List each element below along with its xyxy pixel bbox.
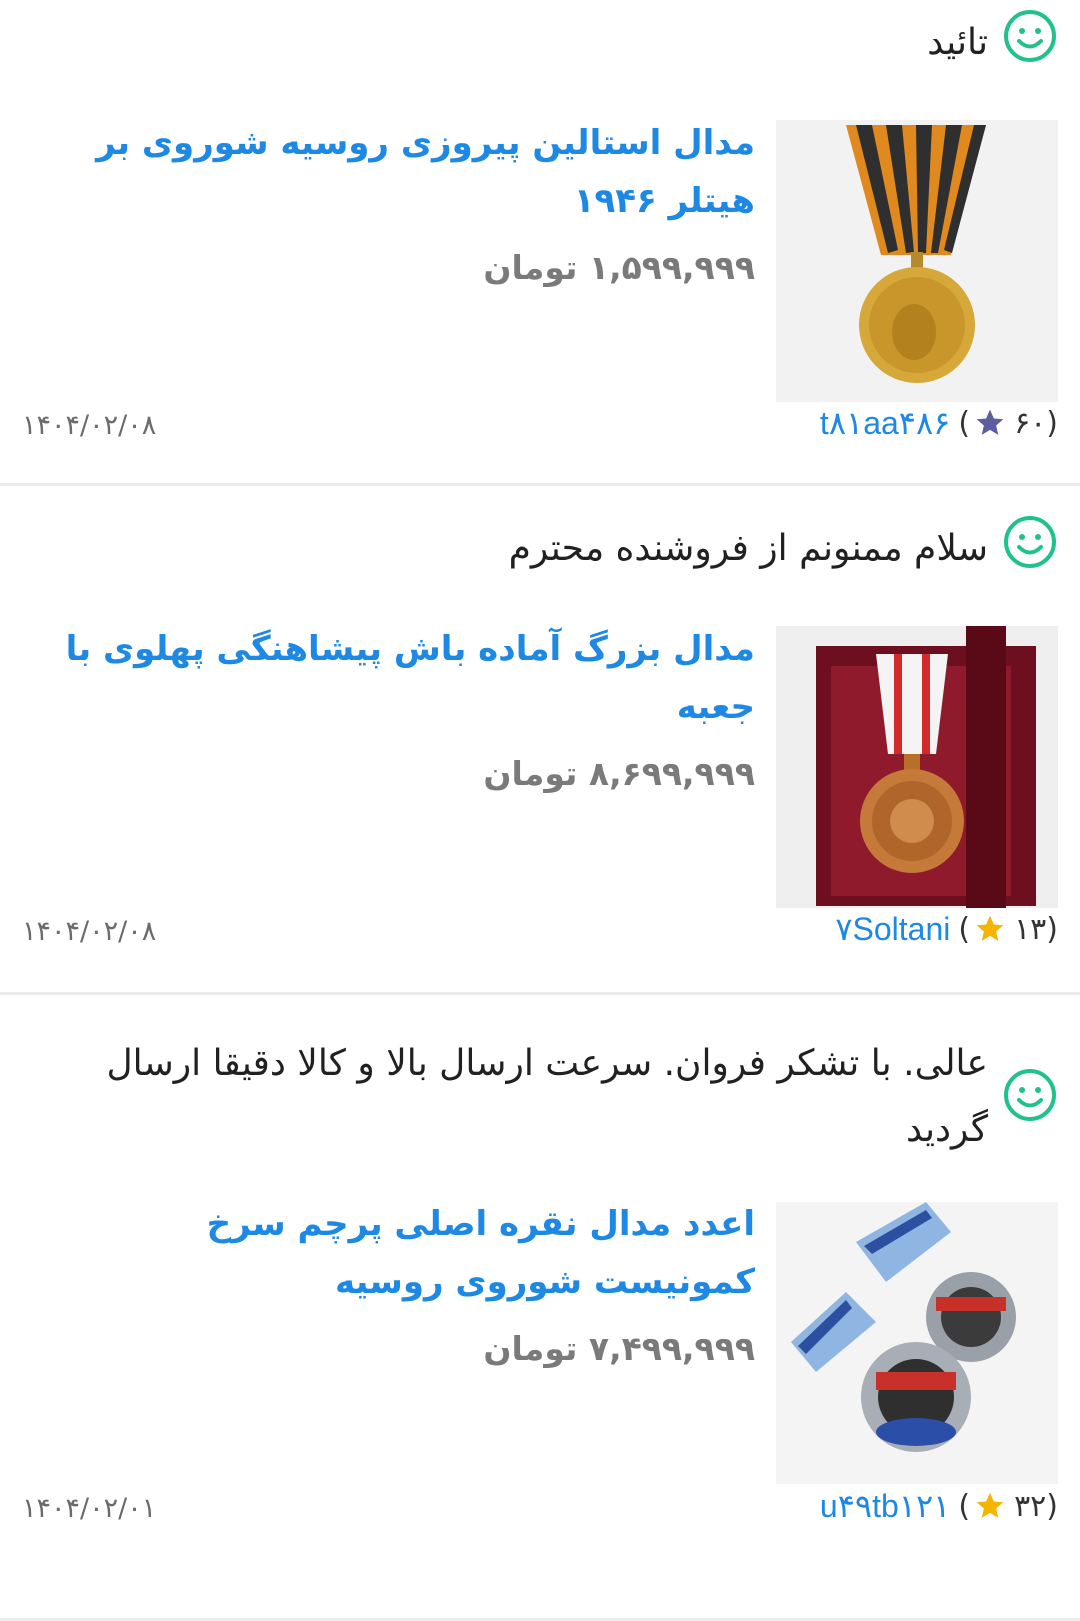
product-price: ۸,۶۹۹,۹۹۹ تومان — [483, 754, 755, 793]
star-icon — [976, 1492, 1004, 1518]
review-card: عالی. با تشکر فروان. سرعت ارسال بالا و ک… — [0, 995, 1080, 1621]
product-title-link[interactable]: مدال استالین پیروزی روسیه شوروی بر هیتلر… — [40, 114, 755, 230]
review-comment: تائید — [40, 10, 1058, 76]
review-card: تائید مدال استالین پیروزی روسیه شوروی بر… — [0, 0, 1080, 486]
comment-text: عالی. با تشکر فروان. سرعت ارسال بالا و ک… — [106, 1043, 988, 1150]
product-image[interactable] — [776, 626, 1058, 908]
product-title-link[interactable]: مدال بزرگ آماده باش پیشاهنگی پهلوی با جع… — [40, 620, 755, 736]
product-title-link[interactable]: اعدد مدال نقره اصلی پرچم سرخ کمونیست شور… — [40, 1195, 755, 1311]
product-image[interactable] — [776, 120, 1058, 402]
seller-username-link[interactable]: u۴۹tb۱۲۱ — [820, 1487, 950, 1525]
smile-icon — [1004, 10, 1056, 62]
product-price: ۱,۵۹۹,۹۹۹ تومان — [483, 248, 755, 287]
review-card: سلام ممنونم از فروشنده محترم مدال بزرگ آ… — [0, 486, 1080, 995]
smile-icon — [1004, 1069, 1056, 1121]
product-image[interactable] — [776, 1202, 1058, 1484]
smile-icon — [1004, 516, 1056, 568]
review-date: ۱۴۰۴/۰۲/۰۱ — [22, 1493, 157, 1524]
review-comment: سلام ممنونم از فروشنده محترم — [40, 516, 1058, 582]
seller-score: ۶۰) — [1014, 405, 1058, 441]
star-icon — [976, 915, 1004, 941]
comment-text: سلام ممنونم از فروشنده محترم — [508, 528, 988, 569]
seller-username-link[interactable]: ۷Soltani — [835, 910, 950, 948]
review-date: ۱۴۰۴/۰۲/۰۸ — [22, 410, 157, 441]
review-comment: عالی. با تشکر فروان. سرعت ارسال بالا و ک… — [40, 1031, 1058, 1163]
seller-score: ۱۳) — [1014, 911, 1058, 947]
seller-score: ۳۲) — [1014, 1488, 1058, 1524]
comment-text: تائید — [927, 22, 988, 63]
seller-paren: ( — [958, 405, 971, 441]
seller-username-link[interactable]: t۸۱aa۴۸۶ — [820, 404, 950, 442]
star-icon — [976, 409, 1004, 435]
seller-info: ۷Soltani ( ۱۳) — [835, 910, 1058, 948]
review-date: ۱۴۰۴/۰۲/۰۸ — [22, 916, 157, 947]
seller-paren: ( — [958, 1488, 971, 1524]
seller-paren: ( — [958, 911, 971, 947]
seller-info: u۴۹tb۱۲۱ ( ۳۲) — [820, 1487, 1058, 1525]
seller-info: t۸۱aa۴۸۶ ( ۶۰) — [820, 404, 1058, 442]
product-price: ۷,۴۹۹,۹۹۹ تومان — [483, 1329, 755, 1368]
